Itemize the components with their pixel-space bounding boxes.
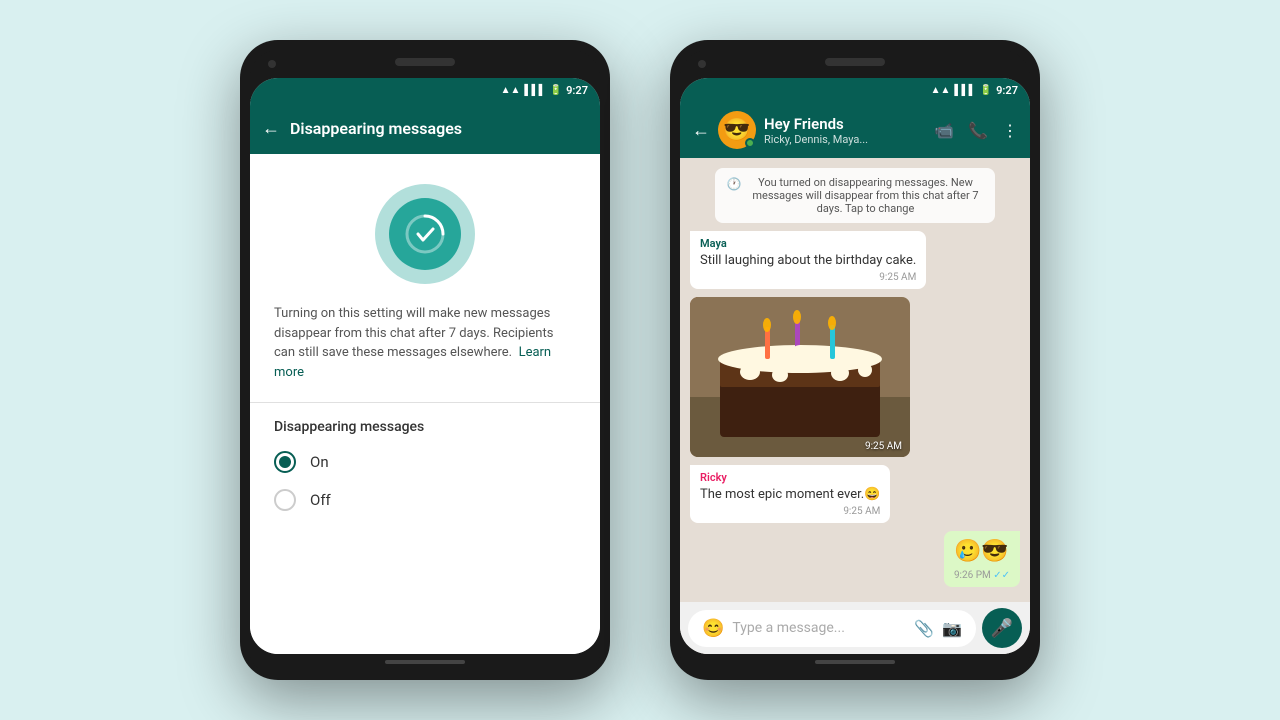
camera-icon[interactable]: 📷 bbox=[942, 619, 962, 638]
system-notification[interactable]: 🕐 You turned on disappearing messages. N… bbox=[715, 168, 996, 223]
msg-text-sent: 🥲😎 bbox=[954, 537, 1010, 568]
phone-screen-settings: ▲▲ ▌▌▌ 🔋 9:27 ← Disappearing messages bbox=[250, 78, 600, 654]
phone-bottom-2 bbox=[680, 654, 1030, 670]
battery-icon-2: 🔋 bbox=[980, 85, 992, 96]
back-button-settings[interactable]: ← bbox=[262, 118, 280, 139]
status-bar-1: ▲▲ ▌▌▌ 🔋 9:27 bbox=[250, 78, 600, 102]
back-button-chat[interactable]: ← bbox=[692, 120, 710, 141]
chat-input-bar: 😊 Type a message... 📎 📷 🎤 bbox=[680, 602, 1030, 654]
message-ricky: Ricky The most epic moment ever.😄 9:25 A… bbox=[690, 465, 890, 523]
emoji-button[interactable]: 😊 bbox=[702, 618, 724, 639]
group-members: Ricky, Dennis, Maya... bbox=[764, 133, 926, 146]
voice-call-icon[interactable]: 📞 bbox=[968, 121, 988, 140]
phone-screen-chat: ▲▲ ▌▌▌ 🔋 9:27 ← 😎 Hey Friends Ricky, Den… bbox=[680, 78, 1030, 654]
video-call-icon[interactable]: 📹 bbox=[934, 121, 954, 140]
phones-container: ▲▲ ▌▌▌ 🔋 9:27 ← Disappearing messages bbox=[240, 40, 1040, 680]
phone-bottom-1 bbox=[250, 654, 600, 670]
message-sent-emoji: 🥲😎 9:26 PM ✓✓ bbox=[944, 531, 1020, 587]
phone-top-bar bbox=[250, 50, 600, 78]
radio-on-inner bbox=[279, 456, 291, 468]
radio-option-on[interactable]: On bbox=[274, 451, 576, 473]
msg-text-ricky: The most epic moment ever.😄 bbox=[700, 486, 880, 504]
settings-options: Disappearing messages On Off bbox=[250, 403, 600, 543]
status-bar-right-1: ▲▲ ▌▌▌ 🔋 9:27 bbox=[501, 84, 588, 97]
home-indicator-2 bbox=[815, 660, 895, 664]
wifi-icon: ▲▲ bbox=[501, 85, 521, 96]
chat-messages: 🕐 You turned on disappearing messages. N… bbox=[680, 158, 1030, 602]
system-notification-text: You turned on disappearing messages. New… bbox=[748, 176, 984, 215]
attach-icon[interactable]: 📎 bbox=[914, 619, 934, 638]
chat-header-icons: 📹 📞 ⋮ bbox=[934, 121, 1018, 140]
status-bar-2: ▲▲ ▌▌▌ 🔋 9:27 bbox=[680, 78, 1030, 102]
timer-inner bbox=[389, 198, 461, 270]
settings-screen: Turning on this setting will make new me… bbox=[250, 154, 600, 654]
message-placeholder[interactable]: Type a message... bbox=[732, 620, 906, 636]
menu-icon[interactable]: ⋮ bbox=[1002, 121, 1018, 140]
wifi-icon-2: ▲▲ bbox=[931, 85, 951, 96]
status-time-2: 9:27 bbox=[996, 84, 1018, 97]
phone-chat: ▲▲ ▌▌▌ 🔋 9:27 ← 😎 Hey Friends Ricky, Den… bbox=[670, 40, 1040, 680]
radio-option-off[interactable]: Off bbox=[274, 489, 576, 511]
settings-description: Turning on this setting will make new me… bbox=[250, 304, 600, 403]
group-avatar: 😎 bbox=[718, 111, 756, 149]
options-title: Disappearing messages bbox=[274, 419, 576, 435]
status-time-1: 9:27 bbox=[566, 84, 588, 97]
msg-time-maya: 9:25 AM bbox=[700, 272, 916, 283]
settings-header: ← Disappearing messages bbox=[250, 102, 600, 154]
phone-top-bar-2 bbox=[680, 50, 1030, 78]
radio-on-label: On bbox=[310, 453, 329, 471]
sender-maya: Maya bbox=[700, 237, 916, 250]
speaker bbox=[395, 58, 455, 66]
chat-screen: 🕐 You turned on disappearing messages. N… bbox=[680, 158, 1030, 654]
mic-icon: 🎤 bbox=[991, 618, 1013, 639]
front-camera-2 bbox=[698, 60, 706, 68]
timer-icon bbox=[403, 212, 447, 256]
description-text: Turning on this setting will make new me… bbox=[274, 306, 553, 360]
chat-header-info: Hey Friends Ricky, Dennis, Maya... bbox=[764, 115, 926, 146]
settings-title: Disappearing messages bbox=[290, 119, 588, 138]
speaker-2 bbox=[825, 58, 885, 66]
img-time: 9:25 AM bbox=[865, 441, 902, 452]
message-image: 9:25 AM bbox=[690, 297, 910, 457]
settings-icon-area bbox=[250, 154, 600, 304]
radio-on-outer[interactable] bbox=[274, 451, 296, 473]
home-indicator-1 bbox=[385, 660, 465, 664]
sender-ricky: Ricky bbox=[700, 471, 880, 484]
chat-header: ← 😎 Hey Friends Ricky, Dennis, Maya... 📹… bbox=[680, 102, 1030, 158]
message-maya: Maya Still laughing about the birthday c… bbox=[690, 231, 926, 289]
signal-icon: ▌▌▌ bbox=[524, 85, 545, 96]
read-ticks: ✓✓ bbox=[993, 570, 1010, 581]
radio-off-label: Off bbox=[310, 491, 331, 509]
signal-icon-2: ▌▌▌ bbox=[954, 85, 975, 96]
online-indicator bbox=[745, 138, 755, 148]
msg-text-maya: Still laughing about the birthday cake. bbox=[700, 252, 916, 270]
cake-svg bbox=[690, 297, 910, 457]
timer-circle bbox=[375, 184, 475, 284]
status-bar-right-2: ▲▲ ▌▌▌ 🔋 9:27 bbox=[931, 84, 1018, 97]
battery-icon: 🔋 bbox=[550, 85, 562, 96]
cake-image bbox=[690, 297, 910, 457]
group-name[interactable]: Hey Friends bbox=[764, 115, 926, 133]
phone-settings: ▲▲ ▌▌▌ 🔋 9:27 ← Disappearing messages bbox=[240, 40, 610, 680]
front-camera bbox=[268, 60, 276, 68]
message-input-field[interactable]: 😊 Type a message... 📎 📷 bbox=[688, 610, 976, 647]
mic-button[interactable]: 🎤 bbox=[982, 608, 1022, 648]
disappear-icon: 🕐 bbox=[727, 177, 742, 191]
radio-off-outer[interactable] bbox=[274, 489, 296, 511]
msg-time-ricky: 9:25 AM bbox=[700, 506, 880, 517]
msg-time-sent: 9:26 PM ✓✓ bbox=[954, 570, 1010, 581]
